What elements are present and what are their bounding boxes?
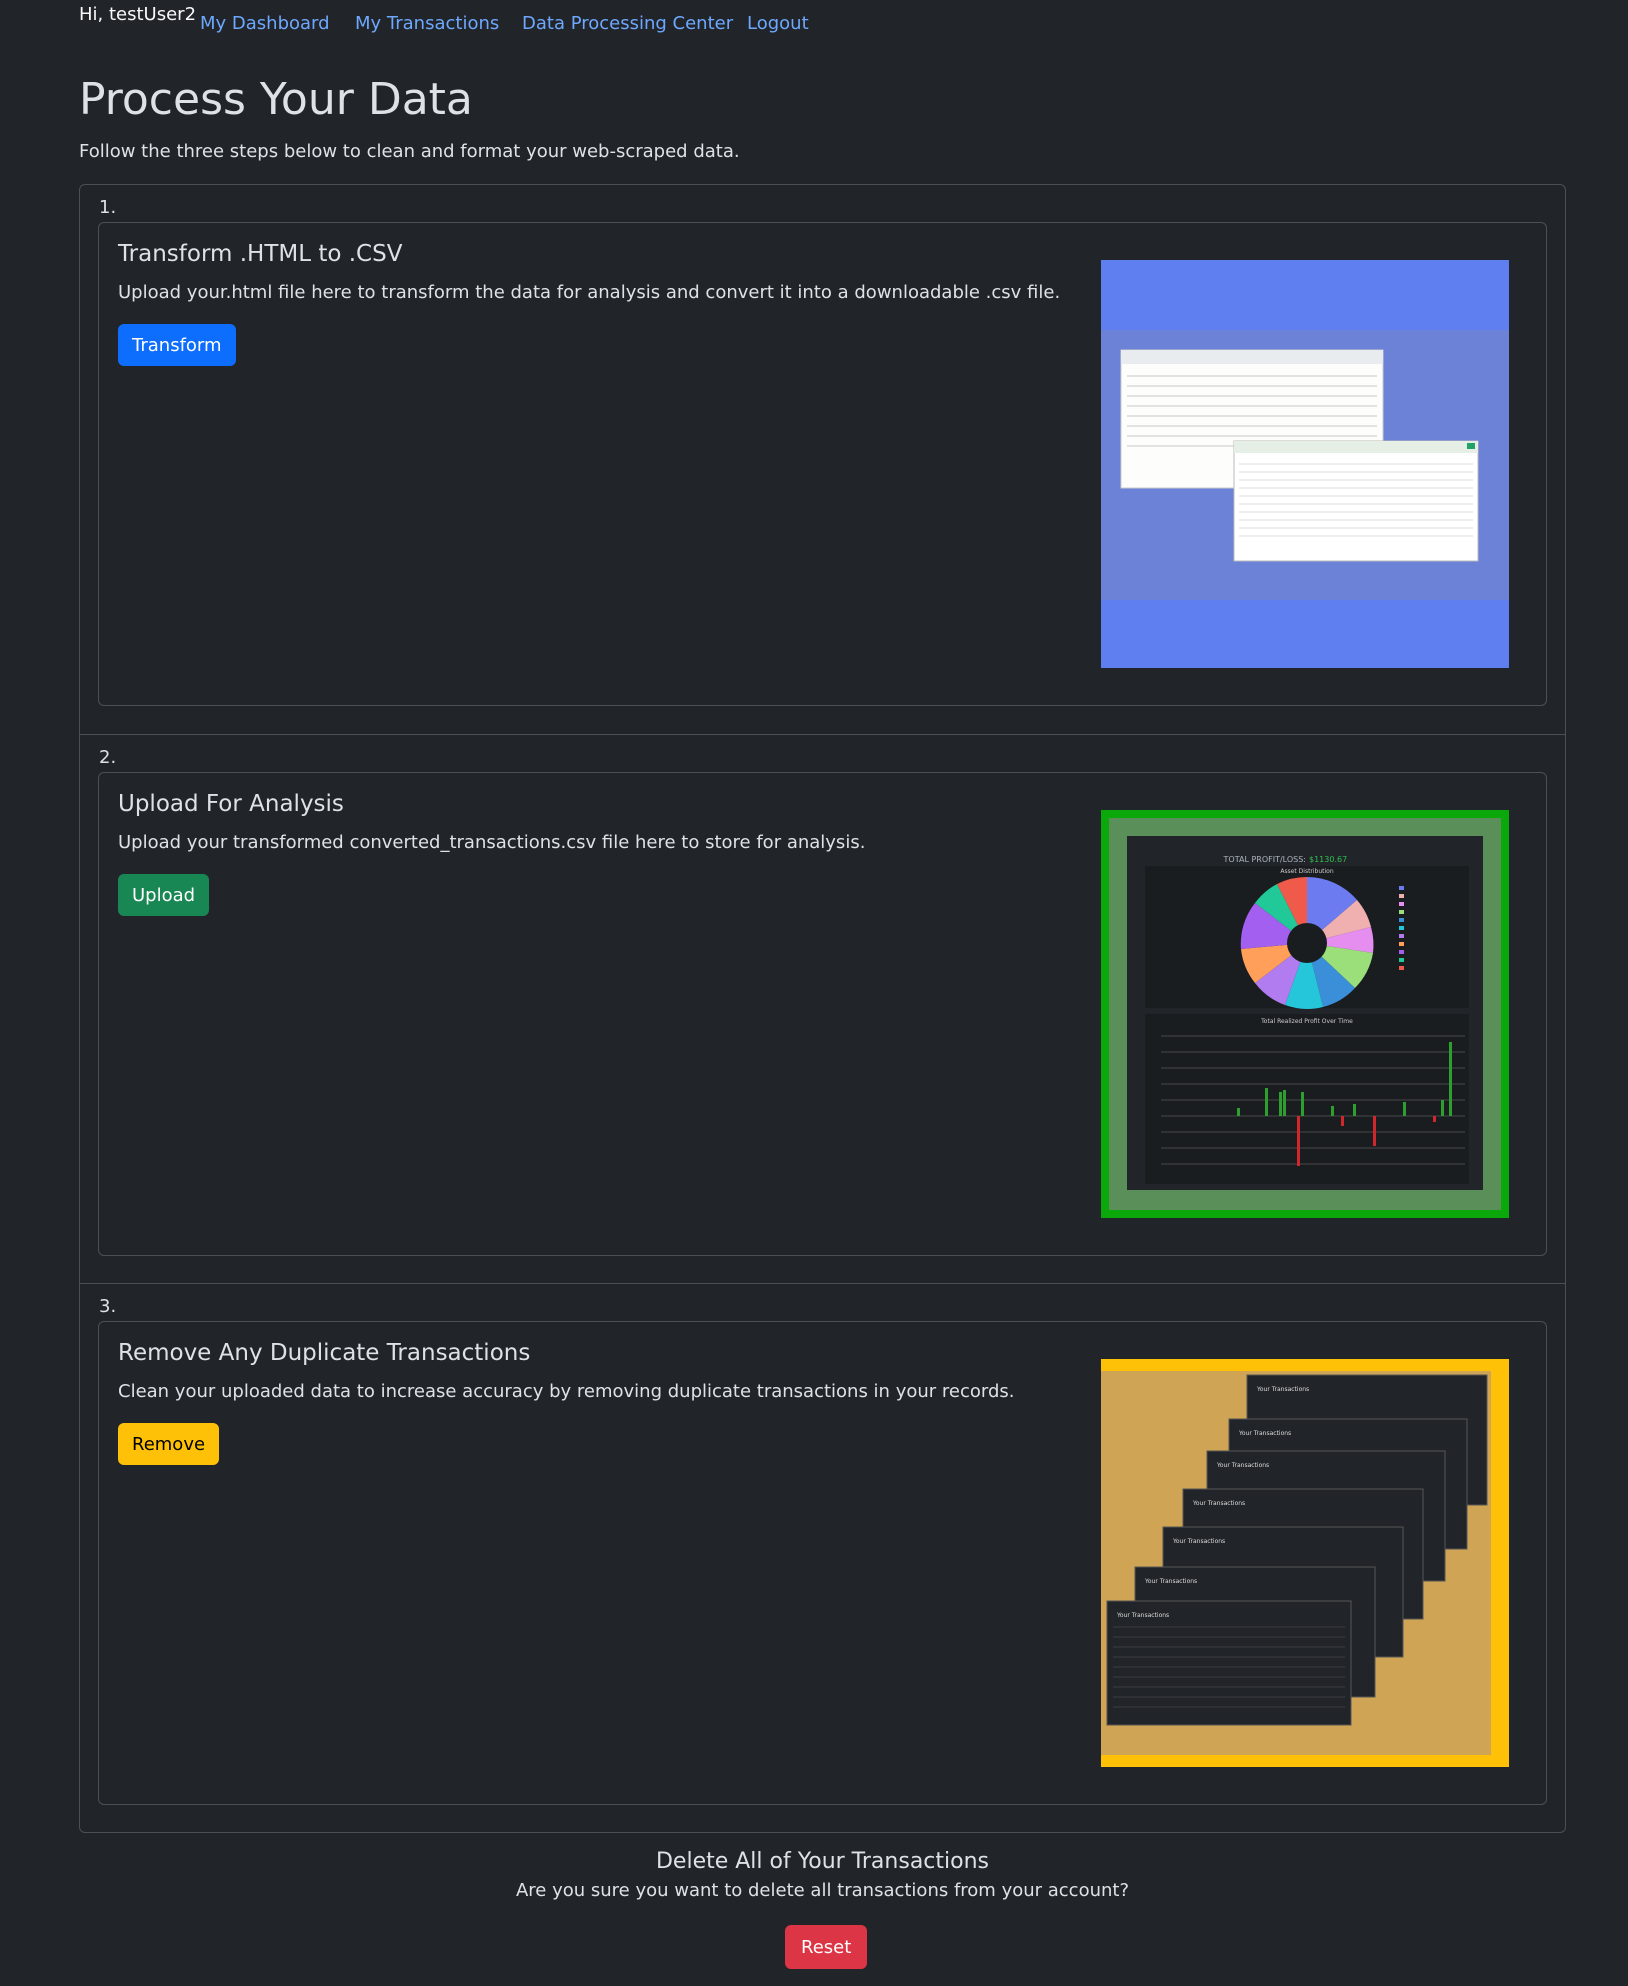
step-description: Clean your uploaded data to increase acc…	[118, 1381, 1015, 1402]
step-3: 3. Remove Any Duplicate Transactions Cle…	[80, 1283, 1565, 1833]
remove-button[interactable]: Remove	[118, 1423, 220, 1465]
user-greeting: Hi, testUser2	[79, 4, 197, 25]
step-number: 3.	[99, 1296, 117, 1317]
dashboard-preview-image: TOTAL PROFIT/LOSS: $1130.67 Asset Distri…	[1101, 810, 1509, 1218]
step-title: Upload For Analysis	[118, 791, 344, 817]
step-description: Upload your transformed converted_transa…	[118, 832, 866, 853]
nav-link-my-transactions[interactable]: My Transactions	[355, 13, 499, 34]
dashboard-illustration: TOTAL PROFIT/LOSS: $1130.67 Asset Distri…	[1101, 810, 1509, 1218]
preview-profit-value: $1130.67	[1309, 855, 1347, 864]
duplicates-preview-image: Your Transactions Your Transactions Your…	[1101, 1359, 1509, 1767]
step-title: Transform .HTML to .CSV	[118, 241, 403, 267]
step-number: 2.	[99, 747, 117, 768]
step-2: 2. Upload For Analysis Upload your trans…	[80, 734, 1565, 1284]
top-nav: Hi, testUser2 My Dashboard My Transactio…	[79, 0, 1566, 48]
delete-title: Delete All of Your Transactions	[655, 1849, 990, 1874]
delete-question: Are you sure you want to delete all tran…	[515, 1880, 1130, 1901]
preview-bar-title: Total Realized Profit Over Time	[1260, 1018, 1353, 1025]
preview-profit-label: TOTAL PROFIT/LOSS:	[1223, 855, 1306, 864]
step-title: Remove Any Duplicate Transactions	[118, 1340, 531, 1366]
reset-button[interactable]: Reset	[785, 1925, 868, 1969]
preview-tx-title: Your Transactions	[1116, 1612, 1169, 1619]
preview-tx-title: Your Transactions	[1256, 1386, 1309, 1393]
transform-preview-image	[1101, 260, 1509, 668]
step-description: Upload your.html file here to transform …	[118, 282, 1061, 303]
nav-link-my-dashboard[interactable]: My Dashboard	[200, 13, 330, 34]
spreadsheet-illustration	[1101, 260, 1509, 668]
upload-button[interactable]: Upload	[118, 874, 210, 916]
steps-container: 1. Transform .HTML to .CSV Upload your.h…	[79, 184, 1566, 1833]
stacked-transactions-illustration: Your Transactions Your Transactions Your…	[1101, 1359, 1509, 1767]
step-1: 1. Transform .HTML to .CSV Upload your.h…	[80, 185, 1565, 734]
nav-link-logout[interactable]: Logout	[747, 13, 809, 34]
transform-button[interactable]: Transform	[118, 324, 236, 366]
step-number: 1.	[99, 197, 117, 218]
preview-tx-title: Your Transactions	[1216, 1462, 1269, 1469]
step-card-upload: Upload For Analysis Upload your transfor…	[98, 772, 1547, 1256]
step-card-remove: Remove Any Duplicate Transactions Clean …	[98, 1321, 1547, 1805]
preview-tx-title: Your Transactions	[1192, 1500, 1245, 1507]
preview-tx-title: Your Transactions	[1238, 1430, 1291, 1437]
delete-all-section: Delete All of Your Transactions Are you …	[79, 1849, 1566, 1969]
preview-tx-title: Your Transactions	[1172, 1538, 1225, 1545]
preview-pie-title: Asset Distribution	[1280, 868, 1334, 875]
step-card-transform: Transform .HTML to .CSV Upload your.html…	[98, 222, 1547, 706]
nav-link-data-processing-center[interactable]: Data Processing Center	[522, 13, 733, 34]
page-title: Process Your Data	[79, 74, 473, 125]
page-intro: Follow the three steps below to clean an…	[79, 141, 740, 162]
preview-tx-title: Your Transactions	[1144, 1578, 1197, 1585]
page-container: Hi, testUser2 My Dashboard My Transactio…	[79, 0, 1566, 1969]
